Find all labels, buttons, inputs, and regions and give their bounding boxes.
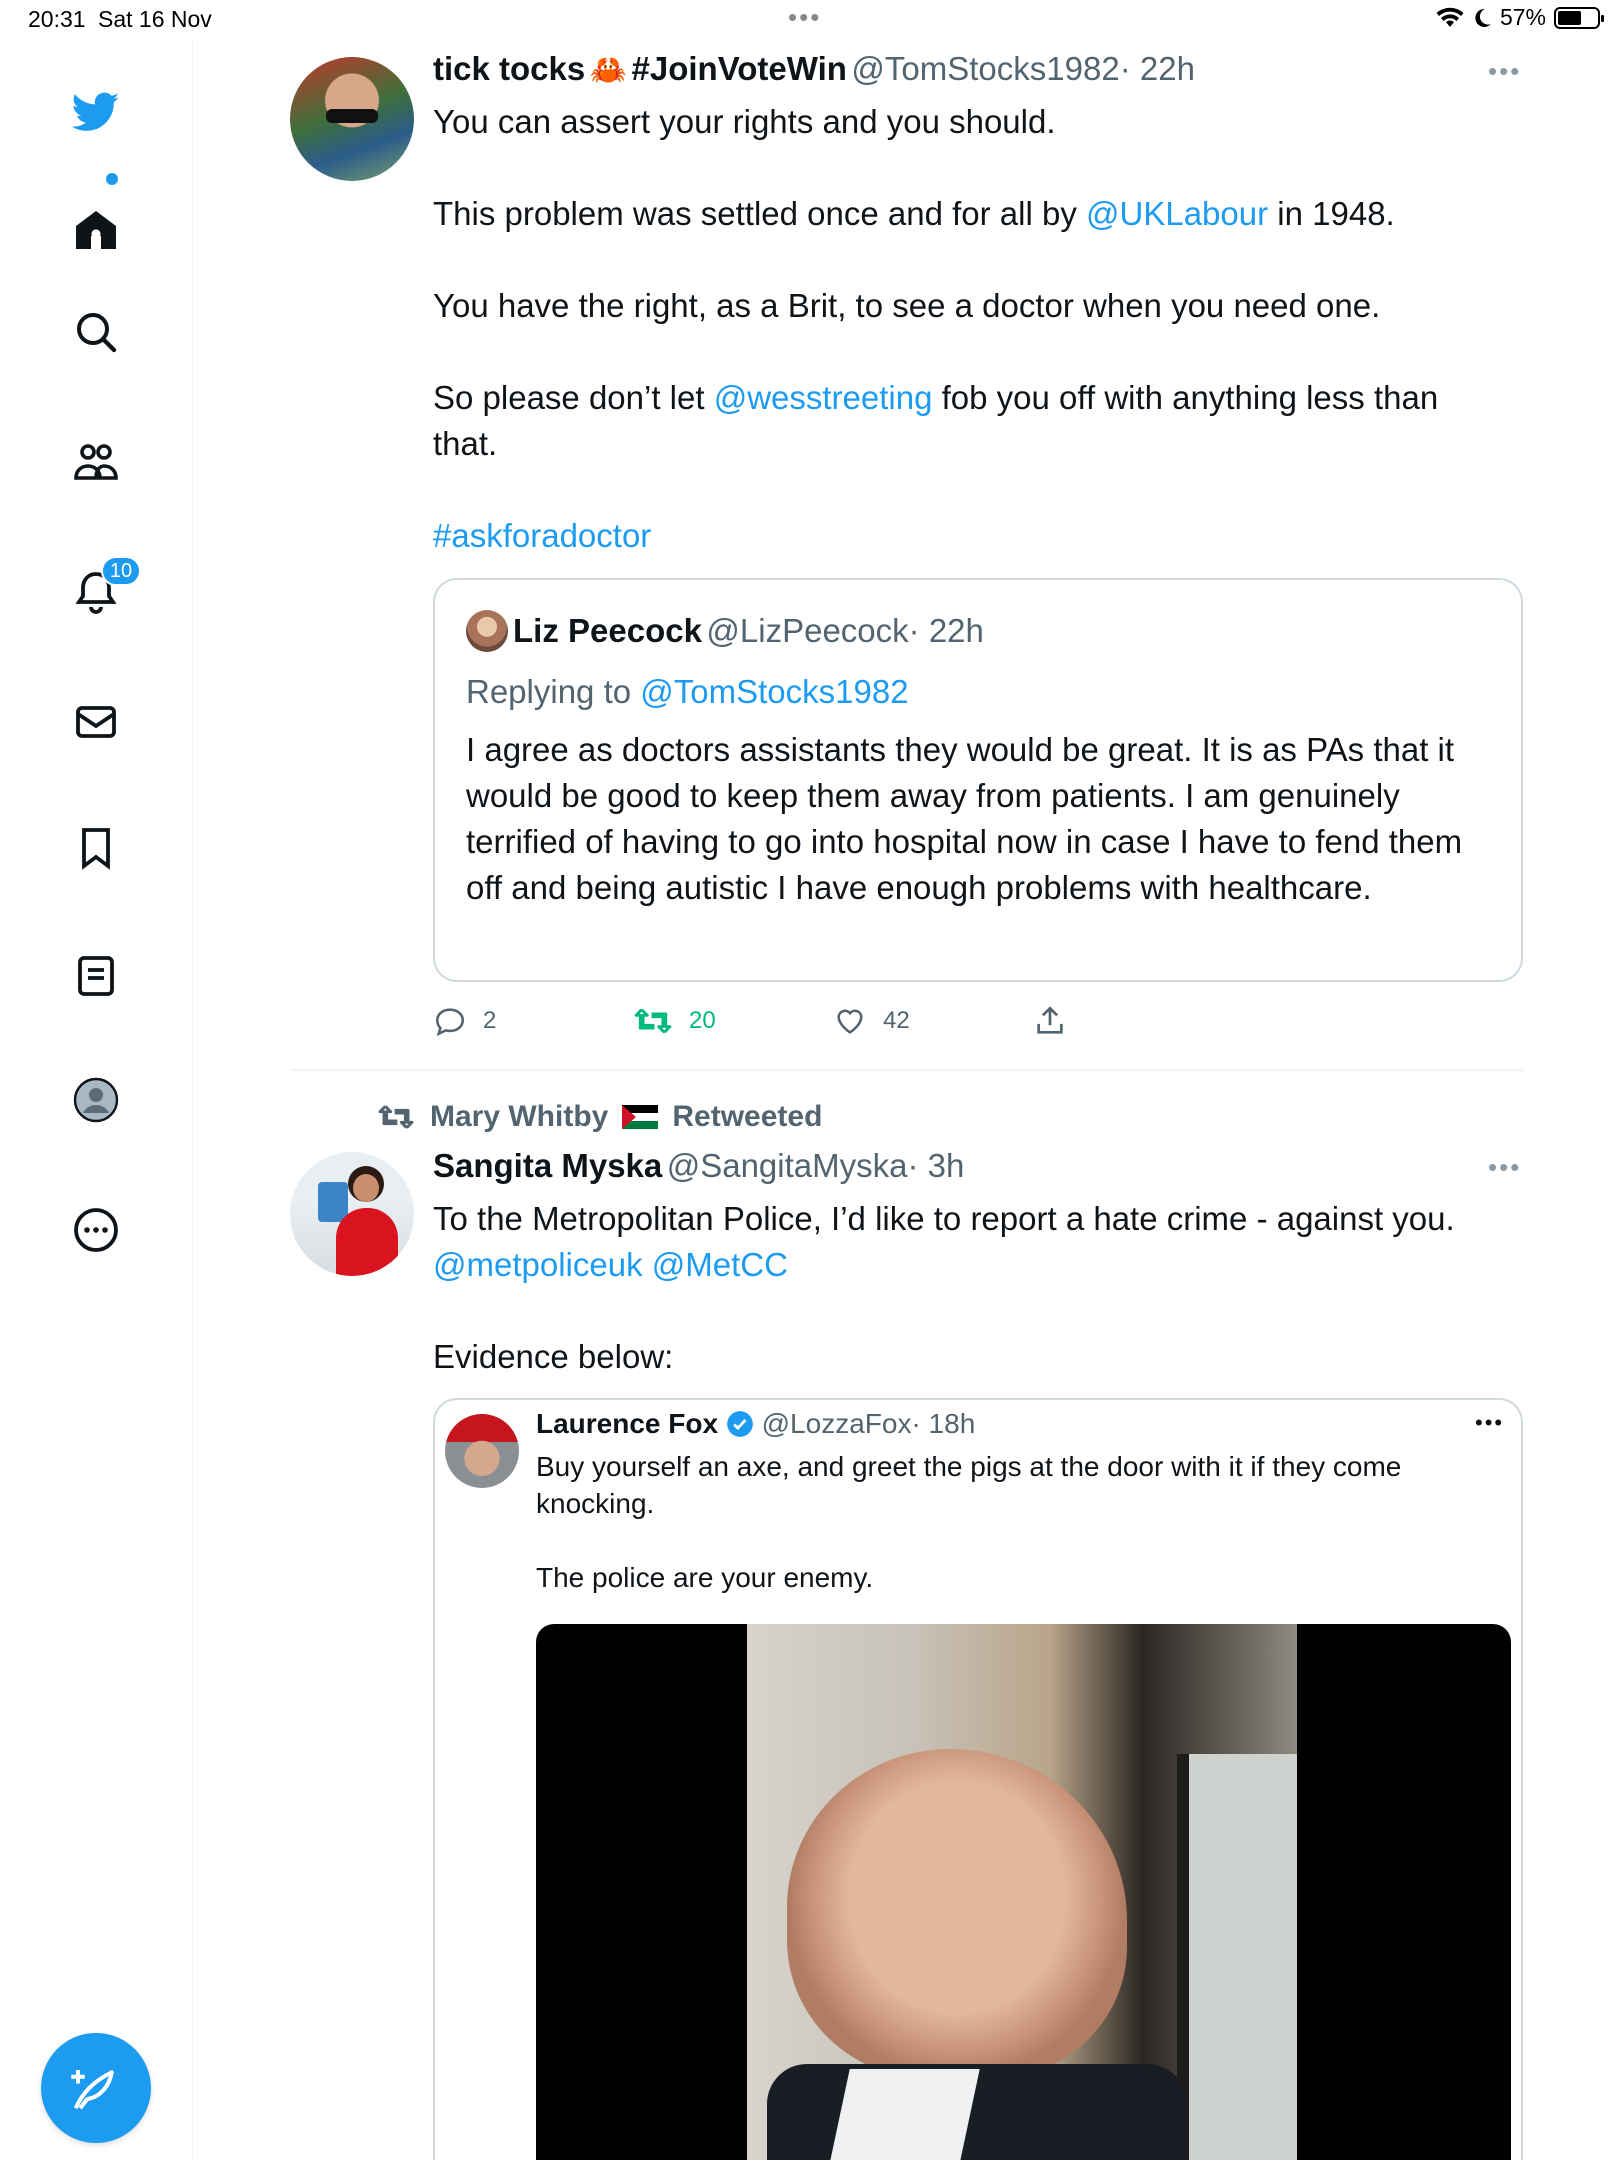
home-icon[interactable]	[70, 204, 122, 256]
lists-icon[interactable]	[70, 950, 122, 1002]
avatar-liz-peecock[interactable]	[466, 610, 508, 652]
verified-badge-icon	[727, 1411, 753, 1437]
tweet-line: You can assert your rights and you shoul…	[433, 103, 1056, 140]
author-name-tag[interactable]: #JoinVoteWin	[632, 50, 847, 87]
tweet-line: To the Metropolitan Police, I’d like to …	[433, 1200, 1455, 1237]
retweet-button[interactable]: 20	[633, 1004, 833, 1038]
status-date: Sat 16 Nov	[98, 6, 212, 32]
quote-time: · 22h	[908, 612, 984, 649]
author-name[interactable]: Sangita Myska	[433, 1147, 662, 1184]
tweet-text: You can assert your rights and you shoul…	[433, 99, 1523, 559]
hashtag-link[interactable]: #askforadoctor	[433, 513, 1523, 559]
tweet-header: tick tocks 🦀 #JoinVoteWin @TomStocks1982…	[433, 50, 1195, 88]
feather-plus-icon	[71, 2070, 114, 2110]
tweet-line: Evidence below:	[433, 1338, 674, 1375]
avatar-sangita-myska[interactable]	[290, 1152, 414, 1276]
avatar-laurence-fox	[445, 1414, 519, 1488]
quote-author-handle[interactable]: @LizPeecock	[706, 612, 908, 649]
screenshot-author-handle: @LozzaFox	[761, 1408, 912, 1439]
battery-percent: 57%	[1499, 4, 1546, 30]
reply-button[interactable]: 2	[433, 1004, 633, 1038]
retweet-context: Mary Whitby Retweeted	[376, 1100, 822, 1134]
communities-icon[interactable]	[70, 436, 122, 488]
retweeted-label: Retweeted	[672, 1100, 823, 1133]
twitter-logo-icon[interactable]	[70, 86, 122, 138]
mention-link[interactable]: @UKLabour	[1086, 195, 1268, 232]
messages-icon[interactable]	[70, 696, 122, 748]
status-right: 57%	[1436, 4, 1604, 31]
battery-icon	[1554, 6, 1604, 29]
tweet-line: You have the right, as a Brit, to see a …	[433, 287, 1381, 324]
quote-author-name[interactable]: Liz Peecock	[513, 612, 702, 649]
status-bar: 20:31 Sat 16 Nov ••• 57%	[0, 0, 1620, 40]
share-button[interactable]	[1033, 1004, 1067, 1038]
tweet-time[interactable]: · 22h	[1120, 50, 1195, 87]
tweet-divider	[290, 1069, 1523, 1071]
screenshot-author-name: Laurence Fox	[536, 1408, 719, 1439]
mention-link[interactable]: @MetCC	[652, 1246, 788, 1283]
screenshot-text: Buy yourself an axe, and greet the pigs …	[536, 1451, 1402, 1593]
video-frame	[747, 1624, 1297, 2160]
tweet-more-icon[interactable]: •••	[1488, 56, 1521, 87]
status-time: 20:31	[28, 6, 86, 32]
tweet-line: that.	[433, 425, 498, 462]
mention-link[interactable]: @wesstreeting	[714, 379, 933, 416]
moon-icon	[1475, 8, 1491, 27]
crab-emoji: 🦀	[589, 54, 628, 87]
tweet-header: Sangita Myska @SangitaMyska· 3h	[433, 1147, 964, 1185]
screenshot-more-icon: •••	[1475, 1410, 1505, 1435]
tweet-time[interactable]: · 3h	[907, 1147, 964, 1184]
profile-avatar-icon[interactable]	[70, 1074, 122, 1126]
more-options-icon[interactable]	[70, 1204, 122, 1256]
embedded-screenshot[interactable]: Laurence Fox @LozzaFox· 18h ••• Buy your…	[433, 1398, 1523, 2160]
author-name[interactable]: tick tocks	[433, 50, 585, 87]
avatar-tom-stocks[interactable]	[290, 57, 414, 181]
tweet-actions: 2 20 42	[433, 1004, 1067, 1038]
quote-text: I agree as doctors assistants they would…	[466, 731, 1463, 906]
video-thumbnail[interactable]	[536, 1624, 1511, 2160]
quote-header: Liz Peecock @LizPeecock· 22h	[513, 612, 984, 650]
compose-tweet-button[interactable]	[41, 2033, 151, 2143]
retweeted-by-name[interactable]: Mary Whitby	[430, 1100, 608, 1134]
mention-link[interactable]: @metpoliceuk	[433, 1246, 643, 1283]
retweet-icon	[634, 1008, 672, 1034]
bookmarks-icon[interactable]	[70, 822, 122, 874]
tweet-text: To the Metropolitan Police, I’d like to …	[433, 1196, 1533, 1380]
tweet-line: So please don’t let @wesstreeting fob yo…	[433, 379, 1439, 416]
screenshot-header: Laurence Fox @LozzaFox· 18h	[536, 1408, 975, 1440]
home-unread-dot	[106, 173, 118, 185]
tweet-more-icon[interactable]: •••	[1488, 1152, 1521, 1183]
quoted-tweet-liz[interactable]: Liz Peecock @LizPeecock· 22h Replying to…	[433, 578, 1523, 982]
notification-badge: 10	[101, 556, 141, 586]
retweet-count: 20	[689, 1007, 716, 1034]
like-button[interactable]: 42	[833, 1004, 1033, 1038]
retweet-context-icon	[378, 1105, 414, 1129]
like-count: 42	[883, 1007, 910, 1034]
multitasking-dots[interactable]: •••	[788, 2, 821, 33]
palestine-flag-icon	[622, 1105, 659, 1129]
heart-icon	[837, 1009, 863, 1034]
author-handle[interactable]: @TomStocks1982	[851, 50, 1119, 87]
sidebar: 10	[0, 40, 193, 2160]
author-handle[interactable]: @SangitaMyska	[667, 1147, 908, 1184]
replying-to: Replying to @TomStocks1982	[466, 673, 909, 710]
tweet-line: @metpoliceuk @MetCC	[433, 1242, 1533, 1288]
reply-icon	[435, 1008, 465, 1037]
screenshot-time: · 18h	[911, 1408, 976, 1439]
wifi-icon	[1436, 7, 1464, 27]
replying-handle-link[interactable]: @TomStocks1982	[640, 673, 908, 710]
reply-count: 2	[483, 1007, 497, 1034]
search-icon[interactable]	[70, 306, 122, 358]
share-icon	[1037, 1006, 1063, 1034]
tweet-line: This problem was settled once and for al…	[433, 195, 1395, 232]
